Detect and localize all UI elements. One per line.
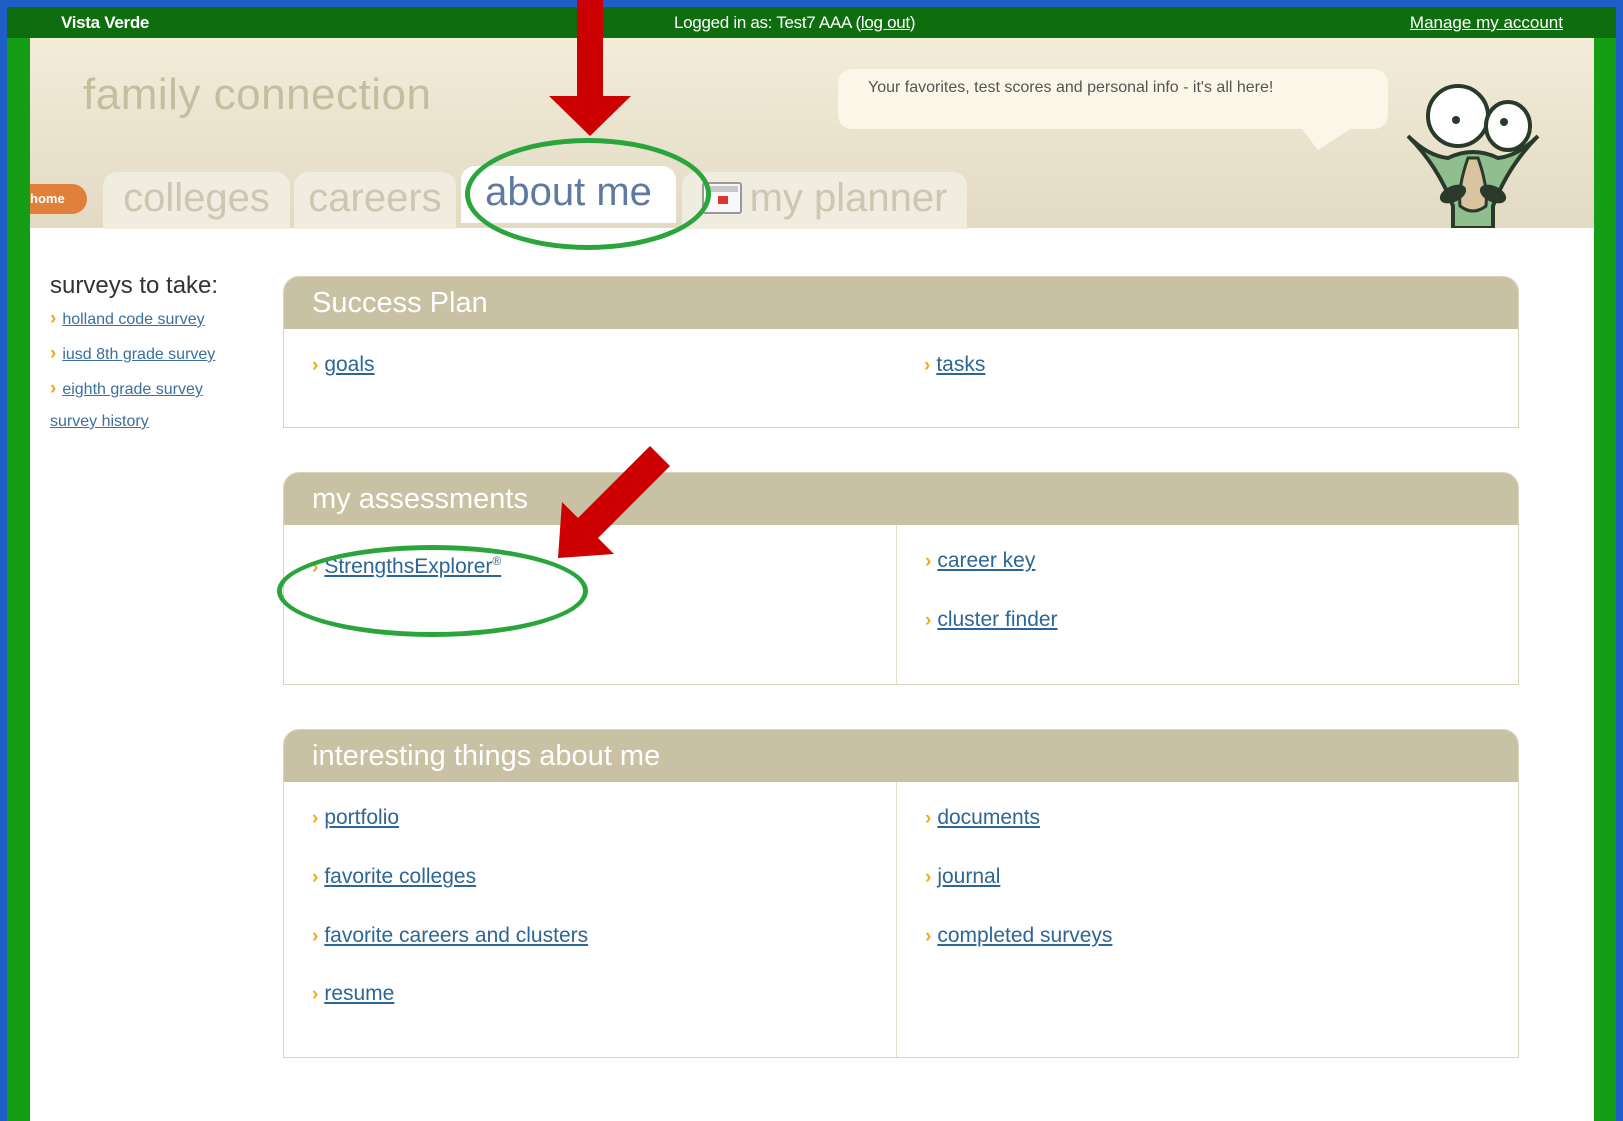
login-status: Logged in as: Test7 AAA (log out) xyxy=(674,13,916,33)
chevron-right-icon: › xyxy=(312,355,319,376)
sidebar: surveys to take: › holland code survey › i… xyxy=(50,272,280,431)
annotation-ring-about-me xyxy=(465,138,711,250)
login-status-text: Logged in as: Test7 AAA ( xyxy=(674,13,861,32)
tasks-link[interactable]: tasks xyxy=(936,353,985,376)
chevron-right-icon: › xyxy=(925,808,932,829)
list-item: › resume xyxy=(312,982,394,1006)
list-item: › favorite careers and clusters xyxy=(312,924,588,948)
speech-bubble-tail xyxy=(1298,124,1358,150)
survey-link-eighth[interactable]: eighth grade survey xyxy=(62,381,203,398)
cluster-finder-link[interactable]: cluster finder xyxy=(937,608,1057,631)
interesting-section: interesting things about me › portfolio ›… xyxy=(283,729,1519,1058)
list-item: › documents xyxy=(925,806,1040,830)
interesting-left: › portfolio › favorite colleges › favorite … xyxy=(284,782,896,1057)
sidebar-title: surveys to take: xyxy=(50,272,219,299)
success-plan-title: Success Plan xyxy=(284,277,1518,329)
favorite-careers-link[interactable]: favorite careers and clusters xyxy=(324,924,588,947)
list-item: › career key xyxy=(925,549,1035,573)
login-status-close: ) xyxy=(909,13,916,32)
sidebar-item: survey history xyxy=(50,413,280,431)
chevron-right-icon: › xyxy=(925,926,932,947)
brand-title: family connection xyxy=(83,70,432,119)
chevron-right-icon: › xyxy=(925,610,932,631)
list-item: › portfolio xyxy=(312,806,399,830)
main-page: family connection Your favorites, test s… xyxy=(30,38,1594,1121)
assessments-title: my assessments xyxy=(284,473,1518,525)
tab-my-planner[interactable]: my planner xyxy=(682,172,967,229)
chevron-right-icon: › xyxy=(924,355,931,376)
annotation-arrow-down-icon xyxy=(549,0,631,136)
chevron-right-icon: › xyxy=(312,984,319,1005)
interesting-right: › documents › journal › completed surveys xyxy=(896,782,1518,1057)
chevron-right-icon: › xyxy=(312,867,319,888)
sidebar-item: › holland code survey xyxy=(50,308,280,330)
list-item: › journal xyxy=(925,865,1000,889)
chevron-right-icon: › xyxy=(925,867,932,888)
survey-history-link[interactable]: survey history xyxy=(50,413,149,430)
list-item: › tasks xyxy=(924,353,985,377)
home-tab[interactable]: home xyxy=(30,184,87,214)
documents-link[interactable]: documents xyxy=(937,806,1040,829)
resume-link[interactable]: resume xyxy=(324,982,394,1005)
chevron-right-icon: › xyxy=(312,926,319,947)
list-item: › completed surveys xyxy=(925,924,1112,948)
site-name: Vista Verde xyxy=(61,13,150,32)
annotation-arrow-diagonal-icon xyxy=(558,446,670,558)
speech-bubble: Your favorites, test scores and personal… xyxy=(838,69,1388,129)
list-item: › cluster finder xyxy=(925,608,1058,632)
survey-link-holland[interactable]: holland code survey xyxy=(62,311,204,328)
chevron-right-icon: › xyxy=(50,343,57,364)
chevron-right-icon: › xyxy=(925,551,932,572)
mascot-icon xyxy=(1406,84,1540,228)
chevron-right-icon: › xyxy=(312,808,319,829)
survey-link-iusd[interactable]: iusd 8th grade survey xyxy=(62,346,215,363)
tab-careers[interactable]: careers xyxy=(294,172,456,229)
annotation-ring-strengths xyxy=(277,545,588,637)
sidebar-item: › iusd 8th grade survey xyxy=(50,343,280,365)
favorite-colleges-link[interactable]: favorite colleges xyxy=(324,865,476,888)
portfolio-link[interactable]: portfolio xyxy=(324,806,399,829)
assessments-right: › career key › cluster finder xyxy=(896,525,1518,684)
success-plan-right: › tasks xyxy=(896,329,1518,427)
journal-link[interactable]: journal xyxy=(937,865,1000,888)
success-plan-section: Success Plan › goals › tasks xyxy=(283,276,1519,428)
career-key-link[interactable]: career key xyxy=(937,549,1035,572)
chevron-right-icon: › xyxy=(50,308,57,329)
header: family connection Your favorites, test s… xyxy=(30,38,1594,229)
chevron-right-icon: › xyxy=(50,378,57,399)
logout-link[interactable]: log out xyxy=(861,13,910,32)
goals-link[interactable]: goals xyxy=(324,353,374,376)
list-item: › goals xyxy=(312,353,375,377)
sidebar-item: › eighth grade survey xyxy=(50,378,280,400)
tab-my-planner-label: my planner xyxy=(749,176,948,220)
interesting-title: interesting things about me xyxy=(284,730,1518,782)
list-item: › favorite colleges xyxy=(312,865,476,889)
tab-colleges[interactable]: colleges xyxy=(103,172,290,229)
manage-account-link[interactable]: Manage my account xyxy=(1410,13,1563,33)
top-bar: Vista Verde Logged in as: Test7 AAA (log… xyxy=(7,7,1616,38)
success-plan-left: › goals xyxy=(284,329,896,427)
completed-surveys-link[interactable]: completed surveys xyxy=(937,924,1112,947)
